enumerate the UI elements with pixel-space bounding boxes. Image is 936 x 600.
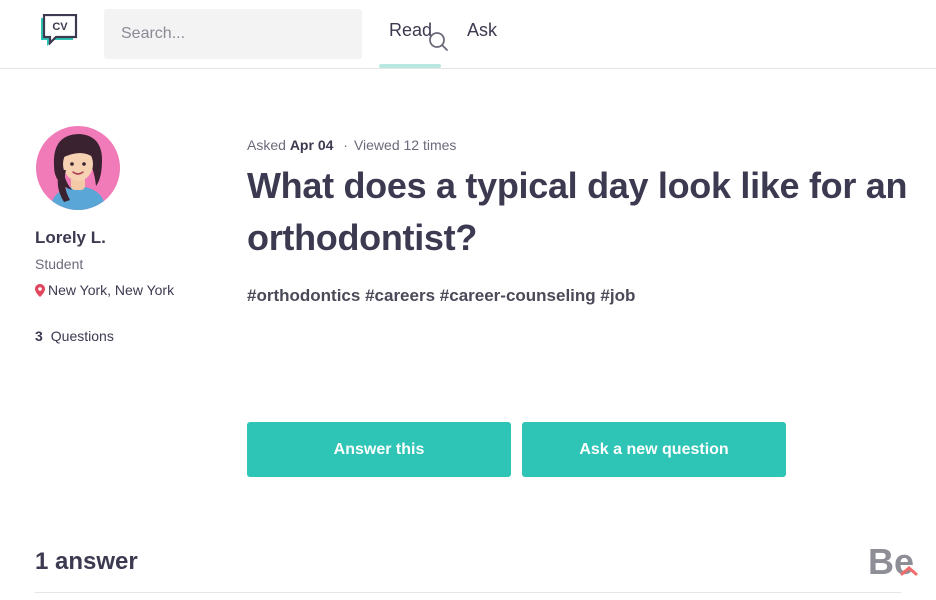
author-questions-count[interactable]: 3 Questions <box>35 328 114 344</box>
questions-count: 3 <box>35 328 43 344</box>
logo[interactable]: CV <box>38 13 80 50</box>
answer-this-button[interactable]: Answer this <box>247 422 511 477</box>
search-box <box>104 9 448 59</box>
ask-new-question-button[interactable]: Ask a new question <box>522 422 786 477</box>
location-text: New York, New York <box>48 282 175 298</box>
questions-label: Questions <box>50 328 114 344</box>
user-avatar-icon <box>36 126 120 210</box>
tag-career-counseling[interactable]: #career-counseling <box>440 286 596 305</box>
author-role: Student <box>35 256 84 272</box>
author-location: New York, New York <box>35 282 174 298</box>
search-input[interactable] <box>104 9 314 59</box>
answers-count-heading: 1 answer <box>35 548 138 575</box>
author-name[interactable]: Lorely L. <box>35 228 106 248</box>
tab-read[interactable]: Read <box>389 20 432 41</box>
tag-careers[interactable]: #careers <box>365 286 435 305</box>
tab-ask[interactable]: Ask <box>467 20 497 41</box>
divider <box>35 592 901 593</box>
tag-job[interactable]: #job <box>600 286 635 305</box>
question-title: What does a typical day look like for an… <box>247 165 908 258</box>
logo-text: CV <box>52 21 68 33</box>
watermark-text: Be <box>868 541 914 580</box>
question-meta: Asked Apr 04 · Viewed 12 times <box>247 137 456 153</box>
active-tab-indicator <box>379 64 441 68</box>
asked-date: Apr 04 <box>289 137 334 153</box>
logo-icon: CV <box>41 13 78 46</box>
watermark-logo: Be <box>868 541 918 580</box>
avatar[interactable] <box>36 126 120 210</box>
meta-separator: · <box>343 137 348 153</box>
asked-label: Asked <box>247 137 286 153</box>
top-nav: CV Read Ask <box>0 0 936 69</box>
view-count: Viewed 12 times <box>353 137 457 153</box>
tag-list: #orthodontics #careers #career-counselin… <box>247 286 635 306</box>
location-pin-icon <box>35 283 45 297</box>
tag-orthodontics[interactable]: #orthodontics <box>247 286 360 305</box>
